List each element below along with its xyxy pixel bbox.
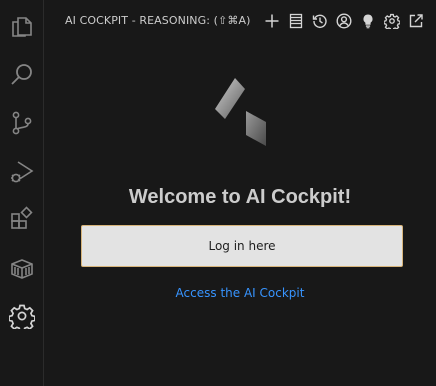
gear-icon — [9, 304, 35, 329]
open-external-button[interactable] — [404, 11, 428, 31]
activity-search[interactable] — [0, 53, 44, 97]
access-cockpit-link[interactable]: Access the AI Cockpit — [44, 286, 436, 300]
activity-bar — [0, 0, 44, 386]
panel-title: AI COCKPIT - REASONING: (⇧⌘A) — [65, 14, 251, 27]
lightbulb-button[interactable] — [356, 11, 380, 31]
files-icon — [12, 17, 32, 37]
panel-toolbar — [260, 11, 428, 31]
list-icon — [289, 13, 303, 29]
ai-cockpit-logo — [215, 78, 266, 146]
history-icon — [312, 14, 327, 29]
welcome-heading: Welcome to AI Cockpit! — [128, 186, 352, 208]
box-icon — [11, 259, 33, 279]
source-control-icon — [12, 111, 32, 135]
activity-ai-cockpit[interactable] — [0, 294, 44, 338]
lightbulb-icon — [363, 14, 373, 29]
extensions-icon — [11, 206, 33, 229]
settings-button[interactable] — [380, 11, 404, 31]
search-icon — [11, 64, 32, 85]
open-external-icon — [409, 14, 423, 28]
plus-icon — [265, 14, 279, 28]
list-button[interactable] — [284, 11, 308, 31]
panel-header: AI COCKPIT - REASONING: (⇧⌘A) — [44, 0, 436, 42]
ai-cockpit-panel: AI COCKPIT - REASONING: (⇧⌘A) Welcome to… — [44, 0, 436, 386]
login-button[interactable]: Log in here — [81, 225, 403, 267]
activity-explorer[interactable] — [0, 4, 44, 48]
account-icon — [336, 13, 352, 29]
settings-icon — [384, 13, 400, 29]
activity-source-control[interactable] — [0, 101, 44, 145]
activity-remote[interactable] — [0, 246, 44, 290]
run-debug-icon — [11, 161, 34, 183]
history-button[interactable] — [308, 11, 332, 31]
app-window: AI COCKPIT - REASONING: (⇧⌘A) Welcome to… — [0, 0, 436, 386]
activity-run-debug[interactable] — [0, 150, 44, 194]
new-chat-button[interactable] — [260, 11, 284, 31]
account-button[interactable] — [332, 11, 356, 31]
activity-extensions[interactable] — [0, 197, 44, 241]
